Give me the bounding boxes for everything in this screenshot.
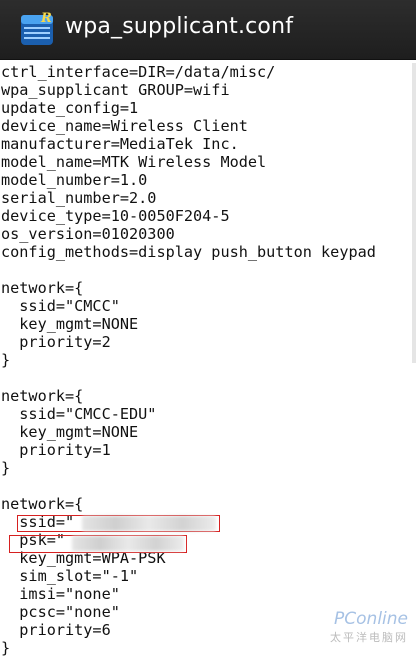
file-line: network={: [1, 279, 84, 297]
file-line: network={: [1, 387, 84, 405]
file-line: sim_slot="-1": [1, 567, 139, 585]
file-line: update_config=1: [1, 99, 139, 117]
file-line: device_name=Wireless Client: [1, 117, 248, 135]
file-line: device_type=10-0050F204-5: [1, 207, 230, 225]
file-line: ssid="CMCC": [1, 297, 120, 315]
file-line: }: [1, 459, 11, 477]
root-explorer-app-icon[interactable]: R: [17, 9, 57, 49]
file-line: imsi="none": [1, 585, 120, 603]
file-line: key_mgmt=NONE: [1, 423, 139, 441]
file-line: [1, 477, 416, 495]
file-line: [1, 261, 416, 279]
file-line: serial_number=2.0: [1, 189, 157, 207]
file-line: wpa_supplicant GROUP=wifi: [1, 81, 230, 99]
watermark-subtitle: 太平洋电脑网: [330, 631, 408, 644]
file-title: wpa_supplicant.conf: [65, 14, 294, 39]
file-line: model_name=MTK Wireless Model: [1, 153, 267, 171]
file-line: key_mgmt=NONE: [1, 315, 139, 333]
svg-text:R: R: [40, 11, 52, 26]
file-line: model_number=1.0: [1, 171, 148, 189]
action-bar: R wpa_supplicant.conf: [0, 0, 416, 60]
file-line: priority=1: [1, 441, 111, 459]
file-line: os_version=01020300: [1, 225, 175, 243]
file-line: }: [1, 351, 11, 369]
file-line: priority=2: [1, 333, 111, 351]
ssid-redaction-blur: [82, 516, 216, 531]
scrollbar[interactable]: [412, 63, 416, 363]
file-line: config_methods=display push_button keypa…: [1, 243, 376, 261]
file-line: ssid="CMCC-EDU": [1, 405, 157, 423]
psk-redaction-blur: [72, 536, 184, 551]
file-line: network={: [1, 495, 84, 513]
file-line: manufacturer=MediaTek Inc.: [1, 135, 239, 153]
watermark-logo: PConline: [334, 609, 408, 629]
file-content-view[interactable]: ctrl_interface=DIR=/data/misc/wpa_suppli…: [1, 63, 416, 657]
file-line: ctrl_interface=DIR=/data/misc/: [1, 63, 276, 81]
watermark: PConline 太平洋电脑网: [330, 609, 408, 645]
file-line: [1, 369, 416, 387]
